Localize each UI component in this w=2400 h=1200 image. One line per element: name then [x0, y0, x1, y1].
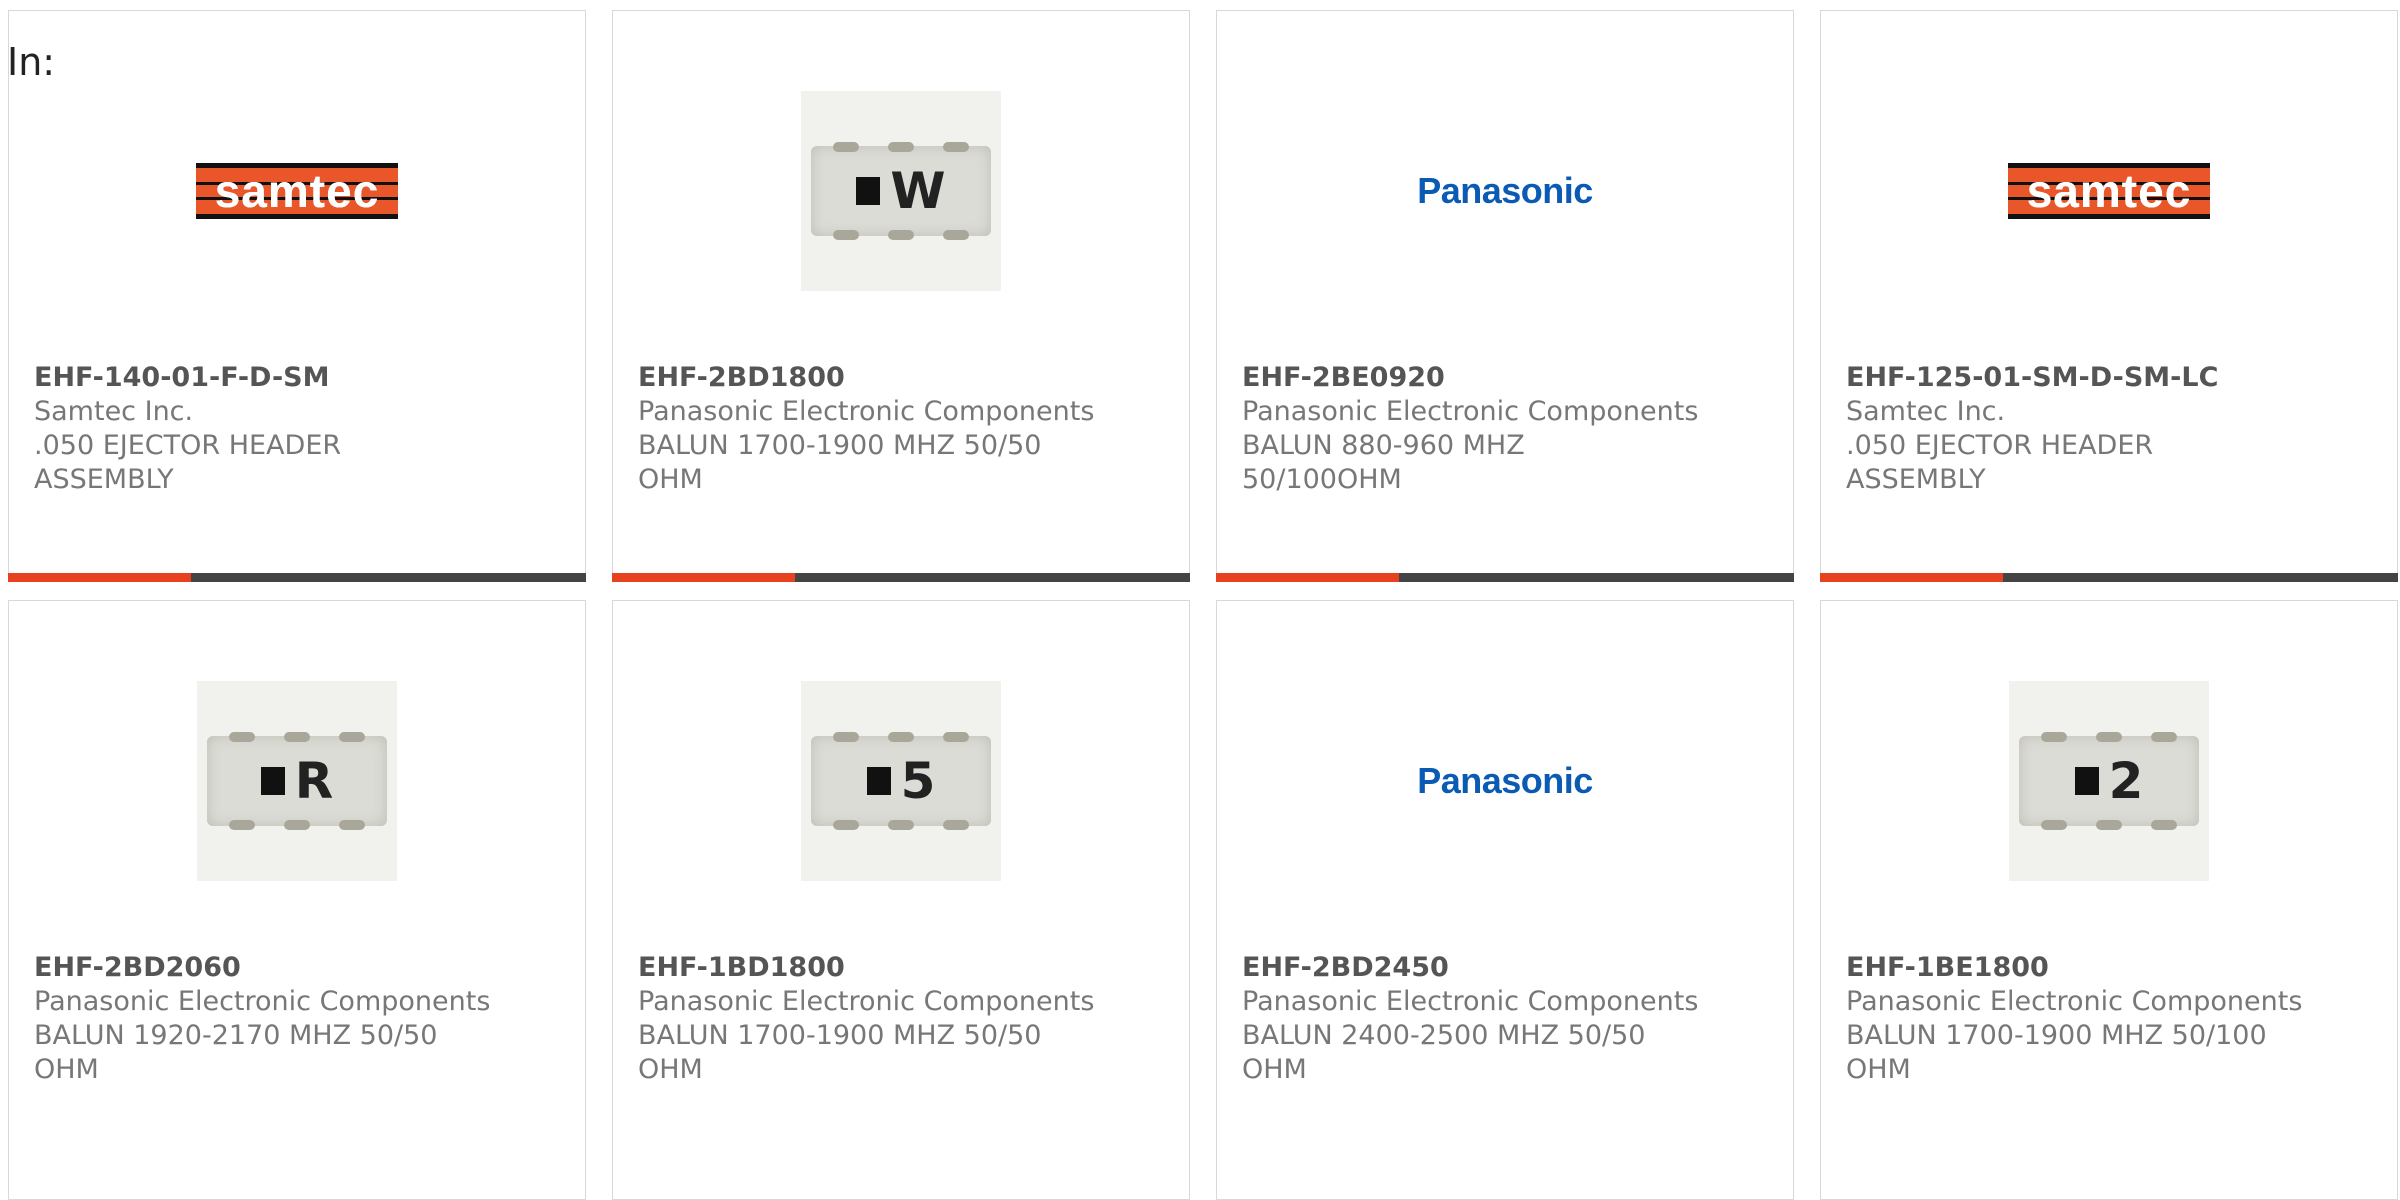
chip-photo: 2	[2009, 681, 2209, 881]
samtec-logo: samtec	[196, 163, 398, 219]
product-card[interactable]: samtec EHF-140-01-F-D-SM Samtec Inc. .05…	[8, 10, 586, 582]
part-number[interactable]: EHF-2BD1800	[638, 361, 1169, 395]
card-bottom-bar	[1216, 573, 1794, 582]
panasonic-logo: Panasonic	[1417, 760, 1593, 801]
product-image[interactable]: R	[9, 661, 585, 901]
product-image[interactable]: samtec	[9, 71, 585, 311]
description: BALUN 1700-1900 MHZ 50/50 OHM	[638, 430, 1042, 495]
product-card[interactable]: W EHF-2BD1800 Panasonic Electronic Compo…	[612, 10, 1190, 582]
description: BALUN 880-960 MHZ 50/100OHM	[1242, 430, 1525, 495]
product-card[interactable]: R EHF-2BD2060 Panasonic Electronic Compo…	[8, 600, 586, 1200]
part-number[interactable]: EHF-1BD1800	[638, 951, 1169, 985]
description: BALUN 1920-2170 MHZ 50/50 OHM	[34, 1020, 438, 1085]
product-card[interactable]: Panasonic EHF-2BE0920 Panasonic Electron…	[1216, 10, 1794, 582]
part-number[interactable]: EHF-2BD2450	[1242, 951, 1773, 985]
manufacturer: Panasonic Electronic Components	[34, 986, 491, 1017]
product-card[interactable]: samtec EHF-125-01-SM-D-SM-LC Samtec Inc.…	[1820, 10, 2398, 582]
manufacturer: Panasonic Electronic Components	[638, 396, 1095, 427]
description: BALUN 1700-1900 MHZ 50/100 OHM	[1846, 1020, 2267, 1085]
product-card[interactable]: 5 EHF-1BD1800 Panasonic Electronic Compo…	[612, 600, 1190, 1200]
description: BALUN 2400-2500 MHZ 50/50 OHM	[1242, 1020, 1646, 1085]
part-number[interactable]: EHF-1BE1800	[1846, 951, 2377, 985]
description: BALUN 1700-1900 MHZ 50/50 OHM	[638, 1020, 1042, 1085]
part-number[interactable]: EHF-2BD2060	[34, 951, 565, 985]
product-image[interactable]: 2	[1821, 661, 2397, 901]
description: .050 EJECTOR HEADER ASSEMBLY	[34, 430, 342, 495]
manufacturer: Samtec Inc.	[1846, 396, 2006, 427]
samtec-logo: samtec	[2008, 163, 2210, 219]
manufacturer: Samtec Inc.	[34, 396, 194, 427]
product-image[interactable]: Panasonic	[1217, 661, 1793, 901]
part-number[interactable]: EHF-140-01-F-D-SM	[34, 361, 565, 395]
description: .050 EJECTOR HEADER ASSEMBLY	[1846, 430, 2154, 495]
part-number[interactable]: EHF-2BE0920	[1242, 361, 1773, 395]
card-bottom-bar	[1820, 573, 2398, 582]
part-number[interactable]: EHF-125-01-SM-D-SM-LC	[1846, 361, 2377, 395]
chip-photo: 5	[801, 681, 1001, 881]
product-card[interactable]: 2 EHF-1BE1800 Panasonic Electronic Compo…	[1820, 600, 2398, 1200]
card-bottom-bar	[612, 573, 1190, 582]
chip-photo: W	[801, 91, 1001, 291]
product-image[interactable]: 5	[613, 661, 1189, 901]
in-label: In:	[7, 40, 56, 84]
product-image[interactable]: Panasonic	[1217, 71, 1793, 311]
chip-photo: R	[197, 681, 397, 881]
product-card[interactable]: Panasonic EHF-2BD2450 Panasonic Electron…	[1216, 600, 1794, 1200]
manufacturer: Panasonic Electronic Components	[1242, 986, 1699, 1017]
manufacturer: Panasonic Electronic Components	[638, 986, 1095, 1017]
product-image[interactable]: W	[613, 71, 1189, 311]
card-bottom-bar	[8, 573, 586, 582]
manufacturer: Panasonic Electronic Components	[1846, 986, 2303, 1017]
panasonic-logo: Panasonic	[1417, 170, 1593, 211]
manufacturer: Panasonic Electronic Components	[1242, 396, 1699, 427]
product-image[interactable]: samtec	[1821, 71, 2397, 311]
